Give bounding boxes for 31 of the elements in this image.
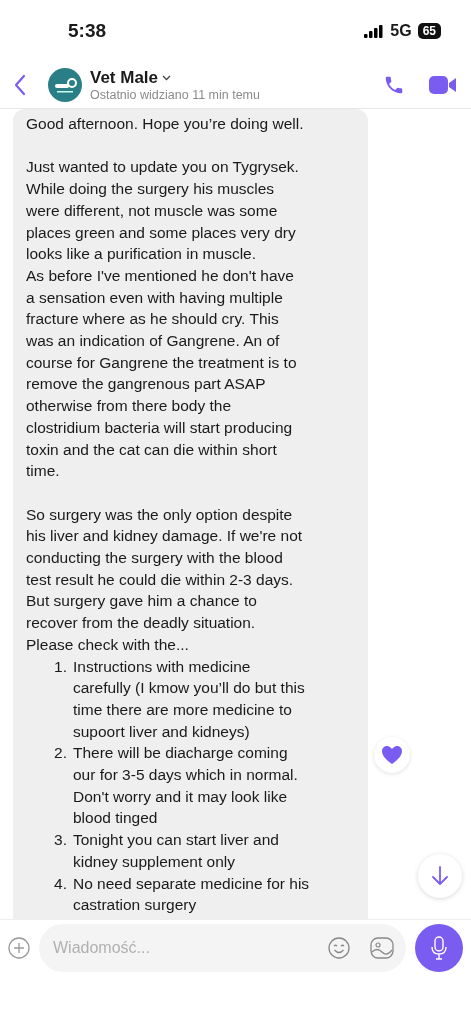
battery-level: 65 <box>417 23 441 39</box>
message-paragraph: Just wanted to update you on Tygrysek. While doing the surgery his muscles were different, not muscle was some places green and some places very dry looks like a purification in muscle. As before I've mentioned he don't have a sensation even with having multiple fracture where as he should cry. This was an indication of Gangrene. An of course for Gangrene the treatment is to remove the gangrenous part ASAP otherwise from there body the clostridium bacteria will start producing toxin and the cat can die within short time. <box>26 157 300 482</box>
list-number: 1. <box>53 656 68 677</box>
status-time: 5:38 <box>68 20 107 42</box>
microphone-button[interactable] <box>415 924 463 972</box>
phone-icon[interactable] <box>383 74 405 96</box>
heart-icon <box>381 745 403 765</box>
back-icon[interactable] <box>14 74 26 96</box>
avatar-logo-icon <box>48 68 82 102</box>
add-icon[interactable] <box>8 937 30 959</box>
message-paragraph: Good afternoon. Hope you’re doing well. <box>26 114 305 134</box>
network-label: 5G <box>390 22 412 40</box>
list-number: 4. <box>53 873 68 894</box>
scroll-down-button[interactable] <box>418 854 462 898</box>
list-item-text: No need separate medicine for his castration surgery <box>73 873 310 916</box>
message-paragraph: So surgery was the only option despite his liver and kidney damage. If we're not conducting the surgery with the blood test result he could die within 2-3 days. But surgery gave him a chance to recover from the deadly situation. Please check with the... <box>26 504 304 655</box>
heart-reaction[interactable] <box>374 737 410 773</box>
list-number: 3. <box>53 830 68 851</box>
message-field[interactable]: Wiadomość... <box>39 924 406 972</box>
list-number: 2. <box>53 743 68 764</box>
list-item-text: There will be diacharge coming our for 3-5 days which in normal. Don't worry and it may look like blood tinged <box>73 743 298 829</box>
list-item-text: Tonight you can start liver and kidney supplement only <box>73 830 279 872</box>
microphone-icon <box>431 936 447 960</box>
list-item-text: Instructions with medicine carefully (I kmow you’ll do but this time there are more medicine to supoort liver and kidneys) <box>73 656 305 742</box>
signal-icon <box>364 24 385 38</box>
contact-name[interactable]: Vet Male <box>90 68 159 88</box>
video-camera-icon[interactable] <box>429 75 457 95</box>
last-seen: Ostatnio widziano 11 min temu <box>90 88 261 102</box>
chevron-down-icon[interactable] <box>162 75 172 81</box>
arrow-down-icon <box>432 866 448 886</box>
emoji-icon[interactable] <box>328 937 350 959</box>
